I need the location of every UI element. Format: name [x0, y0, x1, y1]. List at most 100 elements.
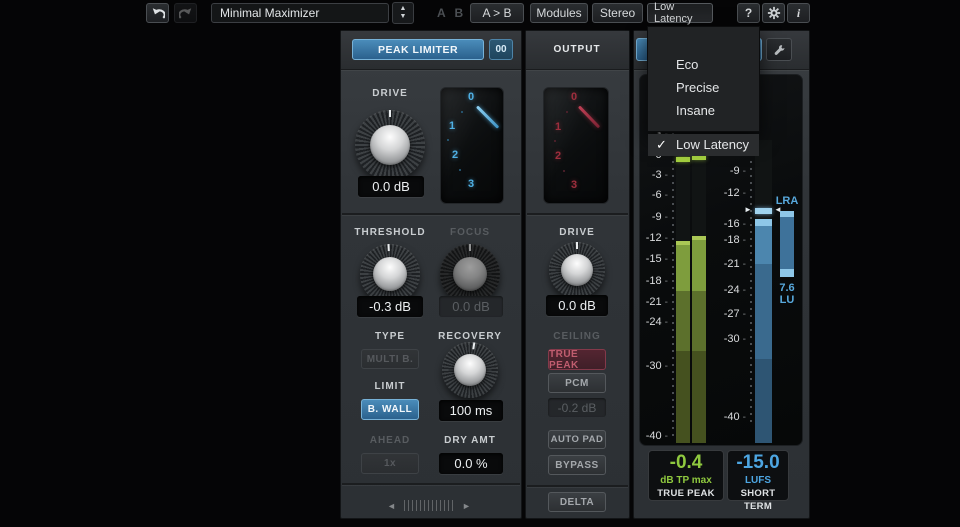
auto-pad-button[interactable]: AUTO PAD	[548, 430, 606, 449]
gear-icon	[767, 6, 781, 20]
output-drive-knob[interactable]	[549, 242, 605, 298]
scale-tick-label: -9	[712, 165, 746, 178]
vu-out-label-3: 3	[567, 179, 581, 191]
scale-tick-label: -9	[640, 211, 668, 224]
preset-name: Minimal Maximizer	[220, 6, 319, 20]
bypass-button[interactable]: BYPASS	[548, 455, 606, 475]
drive-knob[interactable]	[355, 110, 425, 180]
settings-button[interactable]	[762, 3, 785, 23]
vu-label-0: 0	[464, 91, 478, 103]
recovery-value[interactable]: 100 ms	[439, 400, 503, 421]
focus-label: FOCUS	[432, 227, 508, 238]
ab-copy-button[interactable]: A > B	[470, 3, 524, 23]
meter-settings-button[interactable]	[766, 38, 792, 61]
loudness-readout[interactable]: -15.0 LUFS SHORT TERM	[727, 450, 789, 501]
scale-tick-label: -6	[640, 189, 668, 202]
loudness-target-marker	[755, 208, 772, 214]
preset-field[interactable]: Minimal Maximizer	[211, 3, 389, 23]
scale-tick-label: -27	[712, 308, 746, 321]
vu-out-label-1: 1	[551, 121, 565, 133]
scrub-right-icon[interactable]: ►	[462, 500, 471, 512]
focus-value[interactable]: 0.0 dB	[439, 296, 503, 317]
undo-icon	[151, 7, 165, 20]
scale-tick-label: -15	[640, 253, 668, 266]
loudness-marker-left-icon: ►	[744, 204, 752, 216]
scale-tick-label: -18	[640, 275, 668, 288]
menu-item-precise[interactable]: Precise	[648, 77, 759, 99]
dry-amount-label: DRY AMT	[432, 435, 508, 446]
scale-tick-label: -16	[712, 218, 746, 231]
type-multiband-button[interactable]: MULTI B.	[361, 349, 419, 369]
module-scrubber[interactable]	[404, 500, 456, 511]
output-drive-value[interactable]: 0.0 dB	[546, 295, 608, 316]
scale-tick-label: -12	[640, 232, 668, 245]
menu-item-insane[interactable]: Insane	[648, 100, 759, 122]
ahead-label: AHEAD	[352, 435, 428, 446]
limit-label: LIMIT	[352, 381, 428, 392]
true-peak-value: -0.4	[649, 452, 723, 474]
redo-button[interactable]	[174, 3, 197, 23]
wrench-icon	[773, 43, 785, 57]
info-button[interactable]: i	[787, 3, 810, 23]
ceiling-label: CEILING	[539, 331, 615, 342]
scale-tick-label: -21	[712, 258, 746, 271]
limit-brickwall-button[interactable]: B. WALL	[361, 399, 419, 420]
peak-limiter-title-button[interactable]: PEAK LIMITER	[352, 39, 484, 60]
true-peak-readout[interactable]: -0.4 dB TP max TRUE PEAK	[648, 450, 724, 501]
ceiling-value[interactable]: -0.2 dB	[548, 398, 606, 417]
true-peak-unit: dB TP max	[649, 474, 723, 487]
true-peak-caption: TRUE PEAK	[649, 487, 723, 500]
modules-button[interactable]: Modules	[530, 3, 588, 23]
scale-tick-label: -24	[712, 284, 746, 297]
recovery-knob[interactable]	[442, 342, 498, 398]
type-label: TYPE	[352, 331, 428, 342]
threshold-knob[interactable]	[360, 244, 420, 304]
vu-label-2: 2	[448, 149, 462, 161]
left-scale-ticks	[672, 133, 674, 441]
scale-tick-label: -12	[712, 187, 746, 200]
lra-range-bar	[780, 211, 794, 277]
stepper-up-icon[interactable]: ▲	[400, 5, 407, 13]
loudness-caption: SHORT TERM	[728, 487, 788, 513]
stepper-down-icon[interactable]: ▼	[400, 13, 407, 21]
lra-label: LRA	[772, 195, 802, 207]
focus-knob[interactable]	[440, 244, 500, 304]
menu-item-low-latency[interactable]: ✓Low Latency	[648, 134, 759, 156]
vu-label-3: 3	[464, 178, 478, 190]
peak-meter-bar-left	[676, 241, 690, 443]
true-peak-button[interactable]: TRUE PEAK	[548, 349, 606, 370]
loudness-meter-bar	[755, 219, 772, 443]
pcm-button[interactable]: PCM	[548, 373, 606, 393]
plugin-window: Minimal Maximizer ▲ ▼ A B A > B Modules …	[0, 0, 960, 527]
preset-stepper[interactable]: ▲ ▼	[392, 2, 414, 24]
threshold-value[interactable]: -0.3 dB	[357, 296, 423, 317]
ab-state-indicator: A B	[437, 6, 466, 20]
checkmark-icon: ✓	[656, 134, 667, 156]
output-drive-label: DRIVE	[539, 227, 615, 238]
vu-label-1: 1	[445, 120, 459, 132]
undo-button[interactable]	[146, 3, 169, 23]
ahead-button[interactable]: 1x	[361, 453, 419, 474]
scrub-left-icon[interactable]: ◄	[387, 500, 396, 512]
loudness-value: -15.0	[728, 452, 788, 474]
dry-amount-value[interactable]: 0.0 %	[439, 453, 503, 474]
stereo-button[interactable]: Stereo	[592, 3, 643, 23]
redo-icon	[179, 7, 193, 20]
scale-tick-label: -18	[712, 234, 746, 247]
drive-label: DRIVE	[352, 88, 428, 99]
scale-tick-label: -21	[640, 296, 668, 309]
drive-value[interactable]: 0.0 dB	[358, 176, 424, 197]
scale-tick-label: -24	[640, 316, 668, 329]
peak-meter-bar-right	[692, 236, 706, 443]
oversampling-badge[interactable]: 00	[489, 39, 513, 60]
delta-button[interactable]: DELTA	[548, 492, 606, 512]
scale-tick-label: -3	[640, 169, 668, 182]
loudness-unit: LUFS	[728, 474, 788, 487]
lra-value: 7.6	[772, 282, 802, 294]
menu-item-eco[interactable]: Eco	[648, 54, 759, 76]
vu-out-label-2: 2	[551, 150, 565, 162]
latency-dropdown-menu: EcoPreciseInsane✓Low Latency	[647, 26, 760, 132]
scale-tick-label: -40	[712, 411, 746, 424]
right-scale-ticks	[750, 140, 752, 424]
vu-out-label-0: 0	[567, 91, 581, 103]
